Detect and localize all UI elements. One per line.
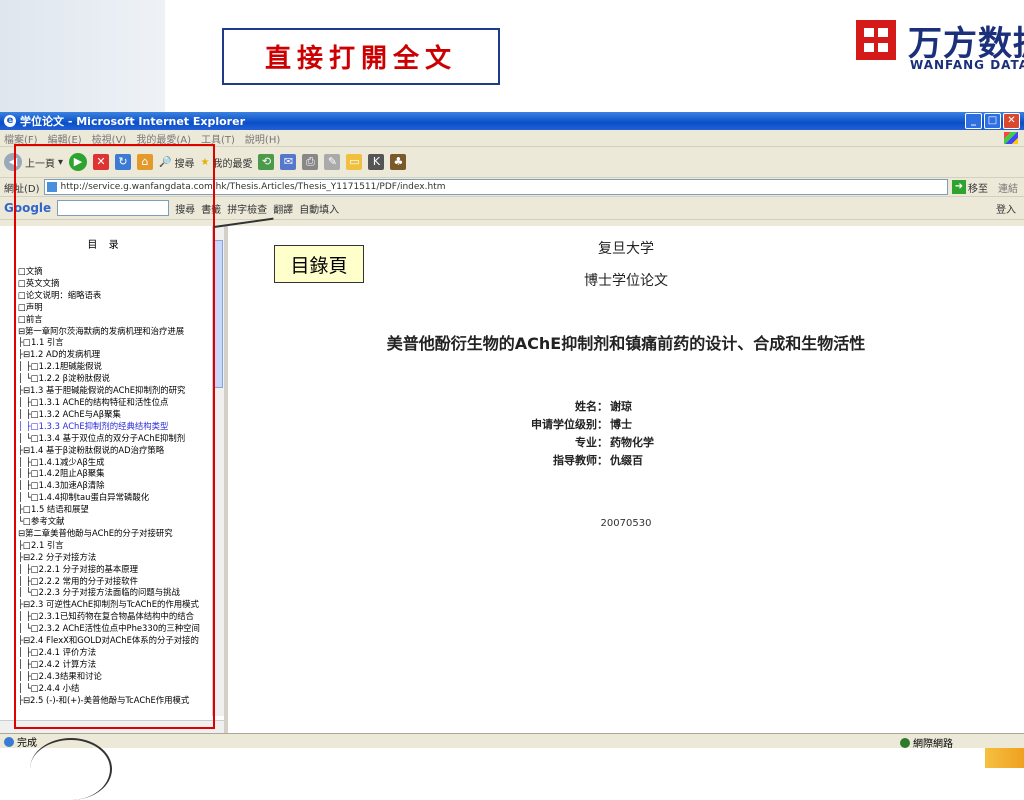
slide-footer	[0, 748, 1024, 768]
slide-heading: 直接打開全文	[264, 44, 457, 74]
history-icon[interactable]: ⟲	[258, 154, 275, 170]
window-title: 学位论文 - Microsoft Internet Explorer	[20, 115, 245, 128]
print-icon[interactable]: ⎙	[302, 154, 319, 170]
window-titlebar[interactable]: e 学位论文 - Microsoft Internet Explorer _ □…	[0, 112, 1024, 130]
menu-help[interactable]: 說明(H)	[245, 131, 280, 146]
logo-text-en: WANFANG DATA	[910, 58, 1024, 72]
field-value: 谢琼	[610, 400, 632, 413]
autofill-button[interactable]: 自動填入	[299, 201, 339, 216]
messenger-icon[interactable]: ♣	[390, 154, 407, 170]
field-value: 药物化学	[610, 436, 654, 449]
field-label: 指导教师：	[553, 454, 608, 467]
windows-flag-icon	[1004, 132, 1018, 144]
status-bar: 完成 網際網路	[0, 733, 1024, 750]
field-row-name: 姓名： 谢琼	[480, 398, 780, 416]
globe-icon	[900, 737, 910, 748]
edit-icon[interactable]: ✎	[324, 154, 341, 170]
login-button[interactable]: 登入	[996, 201, 1016, 216]
field-row-major: 专业： 药物化学	[480, 434, 780, 452]
ie-icon: e	[4, 115, 16, 127]
field-value: 仇缀百	[610, 454, 643, 467]
links-button[interactable]: 連結	[992, 180, 1024, 195]
field-label: 姓名：	[575, 400, 608, 413]
callout-label: 目錄頁	[274, 245, 364, 283]
go-arrow-icon: ➜	[952, 180, 966, 194]
toc-highlight-frame	[14, 144, 215, 729]
doc-fields: 姓名： 谢琼 申请学位级别： 博士 专业： 药物化学 指导教师： 仇缀百	[480, 398, 780, 470]
favorites-label: 我的最愛	[212, 158, 253, 170]
maximize-button[interactable]: □	[984, 113, 1001, 129]
folder-icon[interactable]: ▭	[346, 154, 363, 170]
field-row-advisor: 指导教师： 仇缀百	[480, 452, 780, 470]
field-label: 专业：	[575, 436, 608, 449]
minimize-button[interactable]: _	[965, 113, 982, 129]
slide-corner-decoration	[985, 748, 1024, 768]
slide-arc-decoration	[30, 738, 112, 800]
slide-heading-box: 直接打開全文	[222, 28, 500, 85]
translate-button[interactable]: 翻譯	[273, 201, 293, 216]
field-row-degree: 申请学位级别： 博士	[480, 416, 780, 434]
close-button[interactable]: ✕	[1003, 113, 1020, 129]
slide-left-panel	[0, 0, 165, 112]
mail-icon[interactable]: ✉	[280, 154, 297, 170]
document-frame: 复旦大学 博士学位论文 美普他酚衍生物的AChE抑制剂和镇痛前药的设计、合成和生…	[228, 226, 1024, 733]
doc-date: 20070530	[600, 518, 652, 529]
page-done-icon	[4, 736, 14, 747]
toc-scroll-thumb[interactable]	[214, 240, 223, 388]
wanfang-logo-mark	[856, 20, 896, 60]
go-button[interactable]: ➜ 移至	[952, 180, 992, 195]
go-label: 移至	[968, 183, 988, 195]
spellcheck-button[interactable]: 拼字檢查	[227, 201, 267, 216]
status-text: 完成	[17, 738, 37, 749]
doc-title: 美普他酚衍生物的AChE抑制剂和镇痛前药的设计、合成和生物活性	[386, 334, 866, 353]
field-label: 申请学位级别：	[531, 418, 608, 431]
research-icon[interactable]: K	[368, 154, 385, 170]
field-value: 博士	[610, 418, 632, 431]
wanfang-logo: 万方数据 WANFANG DATA	[852, 14, 1024, 74]
